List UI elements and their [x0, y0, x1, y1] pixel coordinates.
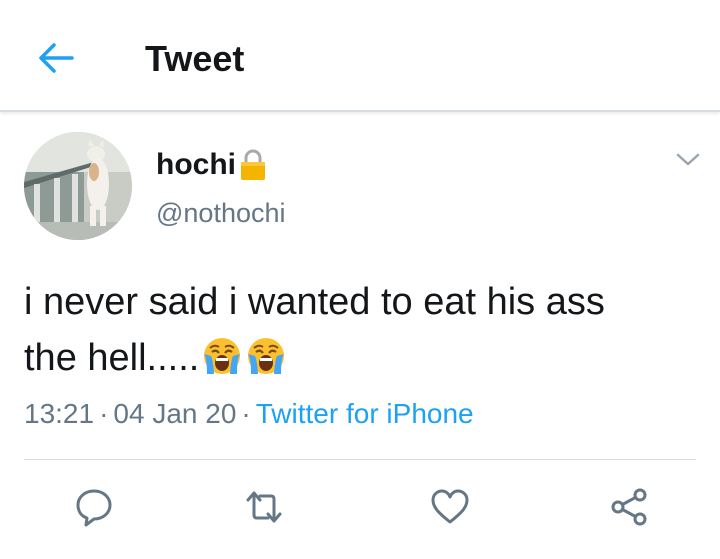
tweet-time: 13:21 — [24, 398, 95, 429]
page-title: Tweet — [145, 38, 245, 79]
separator: · — [99, 398, 109, 429]
share-icon[interactable] — [610, 487, 650, 527]
tweet-meta: 13:21 · 04 Jan 20 · Twitter for iPhone — [24, 398, 474, 430]
crying-face-emoji-icon — [248, 338, 285, 374]
tweet-text-line-2: the hell..... — [24, 330, 704, 386]
tweet-source-link[interactable]: Twitter for iPhone — [256, 398, 474, 429]
author-handle[interactable]: @nothochi — [156, 198, 286, 229]
tweet-text-line-1: i never said i wanted to eat his ass — [24, 281, 605, 323]
arrow-left-icon[interactable] — [36, 40, 76, 76]
author-name[interactable]: hochi — [156, 148, 236, 182]
top-bar: Tweet — [0, 0, 720, 112]
like-icon[interactable] — [430, 487, 470, 527]
crying-face-emoji-icon — [204, 338, 241, 374]
retweet-icon[interactable] — [244, 487, 284, 527]
tweet-date: 04 Jan 20 — [113, 398, 237, 429]
reply-icon[interactable] — [74, 487, 114, 527]
tweet-text-line-2-text: the hell..... — [24, 337, 200, 379]
lock-icon — [241, 149, 265, 180]
divider — [24, 459, 696, 460]
chevron-down-icon[interactable] — [676, 152, 700, 168]
tweet-text: i never said i wanted to eat his ass the… — [24, 274, 704, 386]
avatar-image — [24, 132, 132, 240]
separator: · — [241, 398, 251, 429]
avatar[interactable] — [24, 132, 132, 240]
